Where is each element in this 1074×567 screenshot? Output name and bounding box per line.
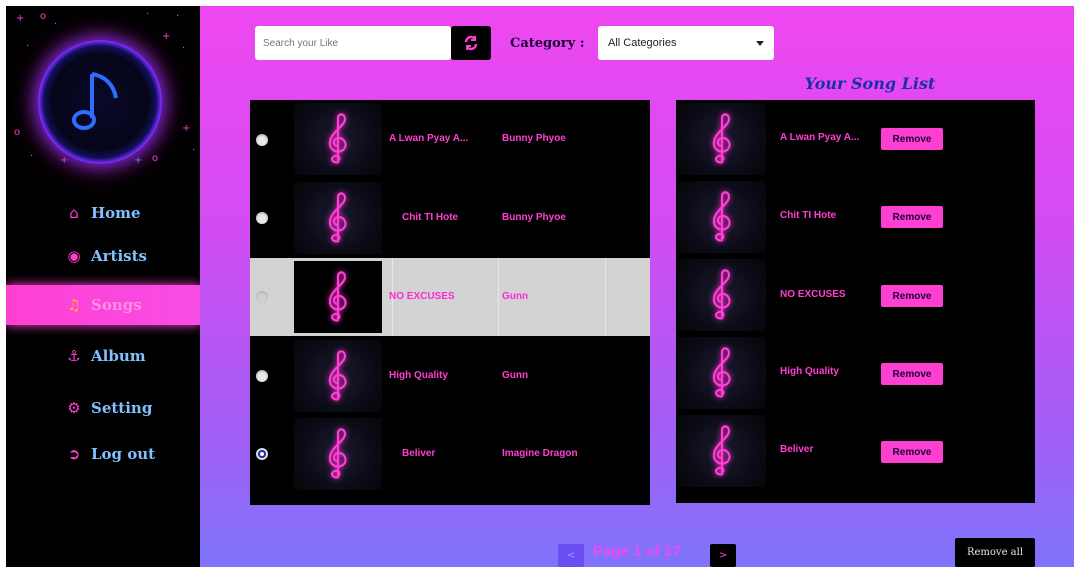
category-selected-value: All Categories — [608, 37, 677, 49]
sidebar-item-logout[interactable]: ➲ Log out — [6, 434, 200, 474]
song-radio[interactable] — [256, 212, 268, 224]
song-thumbnail — [678, 181, 766, 253]
treble-clef-icon — [712, 113, 731, 164]
song-title: A Lwan Pyay A... — [389, 133, 469, 144]
playlist-song-title: A Lwan Pyay A... — [780, 132, 860, 143]
song-title: High Quality — [389, 370, 448, 381]
remove-button[interactable]: Remove — [881, 128, 943, 150]
playlist-song-title: Beliver — [780, 444, 814, 455]
refresh-icon — [464, 35, 478, 51]
refresh-button[interactable] — [451, 26, 491, 60]
song-artist: Imagine Dragon — [502, 448, 578, 459]
column-divider — [498, 258, 499, 336]
category-label: Category : — [510, 36, 585, 51]
music-icon: ♫ — [67, 296, 81, 314]
list-item: Chit TI Hote Remove — [676, 178, 1035, 256]
sidebar-item-label: Setting — [91, 399, 153, 417]
song-title: Beliver — [402, 448, 436, 459]
home-icon: ⌂ — [69, 204, 79, 222]
song-radio[interactable] — [256, 370, 268, 382]
treble-clef-icon — [712, 347, 731, 398]
remove-button[interactable]: Remove — [881, 441, 943, 463]
sidebar-item-home[interactable]: ⌂ Home — [6, 193, 200, 233]
playlist-title: Your Song List — [804, 74, 936, 93]
song-thumbnail — [678, 103, 766, 175]
remove-all-button[interactable]: Remove all — [955, 538, 1035, 567]
song-radio[interactable] — [256, 448, 268, 460]
logo-circle — [38, 40, 162, 164]
column-divider — [605, 258, 606, 336]
remove-button[interactable]: Remove — [881, 285, 943, 307]
remove-button[interactable]: Remove — [881, 363, 943, 385]
treble-clef-icon — [328, 113, 347, 164]
song-list-panel: A Lwan Pyay A... Bunny Phyoe Chit TI Hot… — [250, 100, 650, 505]
page-indicator: Page 1 of 17 — [593, 543, 681, 560]
prev-page-button[interactable]: < — [558, 544, 584, 567]
song-radio[interactable] — [256, 134, 268, 146]
anchor-icon: ⚓ — [67, 347, 81, 365]
sidebar-item-setting[interactable]: ⚙ Setting — [6, 388, 200, 428]
sidebar-item-album[interactable]: ⚓ Album — [6, 336, 200, 376]
playlist-song-title: NO EXCUSES — [780, 289, 846, 300]
sidebar: + o · · · + · · o · + + o + · ⌂ Home ◉ A… — [6, 6, 200, 567]
song-artist: Gunn — [502, 291, 529, 302]
song-title: Chit TI Hote — [402, 212, 459, 223]
app-window: + o · · · + · · o · + + o + · ⌂ Home ◉ A… — [6, 6, 1074, 567]
treble-clef-icon — [328, 192, 347, 243]
treble-clef-icon — [328, 428, 347, 479]
song-thumbnail — [294, 103, 382, 175]
song-thumbnail — [294, 261, 382, 333]
song-thumbnail — [678, 259, 766, 331]
sidebar-item-label: Artists — [91, 247, 147, 265]
table-row[interactable]: Chit TI Hote Bunny Phyoe — [250, 179, 650, 257]
sidebar-item-label: Album — [91, 347, 146, 365]
logout-icon: ➲ — [67, 445, 81, 463]
song-thumbnail — [294, 418, 382, 490]
sidebar-item-label: Log out — [91, 445, 156, 463]
treble-clef-icon — [328, 271, 347, 322]
playlist-song-title: High Quality — [780, 366, 839, 377]
treble-clef-icon — [712, 425, 731, 476]
treble-clef-icon — [712, 269, 731, 320]
category-select[interactable]: All Categories — [598, 26, 774, 60]
song-thumbnail — [678, 337, 766, 409]
next-page-button[interactable]: > — [710, 544, 736, 567]
chevron-down-icon — [756, 40, 764, 46]
song-artist: Bunny Phyoe — [502, 133, 566, 144]
table-row[interactable]: NO EXCUSES Gunn — [250, 258, 650, 336]
list-item: A Lwan Pyay A... Remove — [676, 100, 1035, 178]
logo: + o · · · + · · o · + + o + · — [14, 9, 196, 166]
playlist-panel: A Lwan Pyay A... Remove Chit TI Hote Rem… — [676, 100, 1035, 503]
table-row[interactable]: Beliver Imagine Dragon — [250, 415, 650, 493]
sidebar-item-label: Home — [91, 204, 141, 222]
song-title: NO EXCUSES — [389, 291, 455, 302]
song-artist: Gunn — [502, 370, 529, 381]
song-artist: Bunny Phyoe — [502, 212, 566, 223]
users-icon: ◉ — [67, 247, 81, 265]
song-thumbnail — [678, 415, 766, 487]
treble-clef-icon — [712, 191, 731, 242]
song-thumbnail — [294, 340, 382, 412]
sidebar-item-artists[interactable]: ◉ Artists — [6, 236, 200, 276]
music-note-icon — [72, 72, 118, 130]
song-radio[interactable] — [256, 291, 268, 303]
sidebar-item-songs[interactable]: ♫ Songs — [6, 285, 200, 325]
table-row[interactable]: A Lwan Pyay A... Bunny Phyoe — [250, 100, 650, 178]
sidebar-item-label: Songs — [91, 296, 142, 314]
list-item: Beliver Remove — [676, 412, 1035, 490]
table-row[interactable]: High Quality Gunn — [250, 337, 650, 415]
song-thumbnail — [294, 182, 382, 254]
remove-button[interactable]: Remove — [881, 206, 943, 228]
search-input[interactable] — [255, 26, 451, 60]
gear-icon: ⚙ — [67, 399, 81, 417]
list-item: High Quality Remove — [676, 334, 1035, 412]
playlist-song-title: Chit TI Hote — [780, 210, 837, 221]
list-item: NO EXCUSES Remove — [676, 256, 1035, 334]
treble-clef-icon — [328, 350, 347, 401]
main-content: Category : All Categories Your Song List… — [200, 6, 1074, 567]
